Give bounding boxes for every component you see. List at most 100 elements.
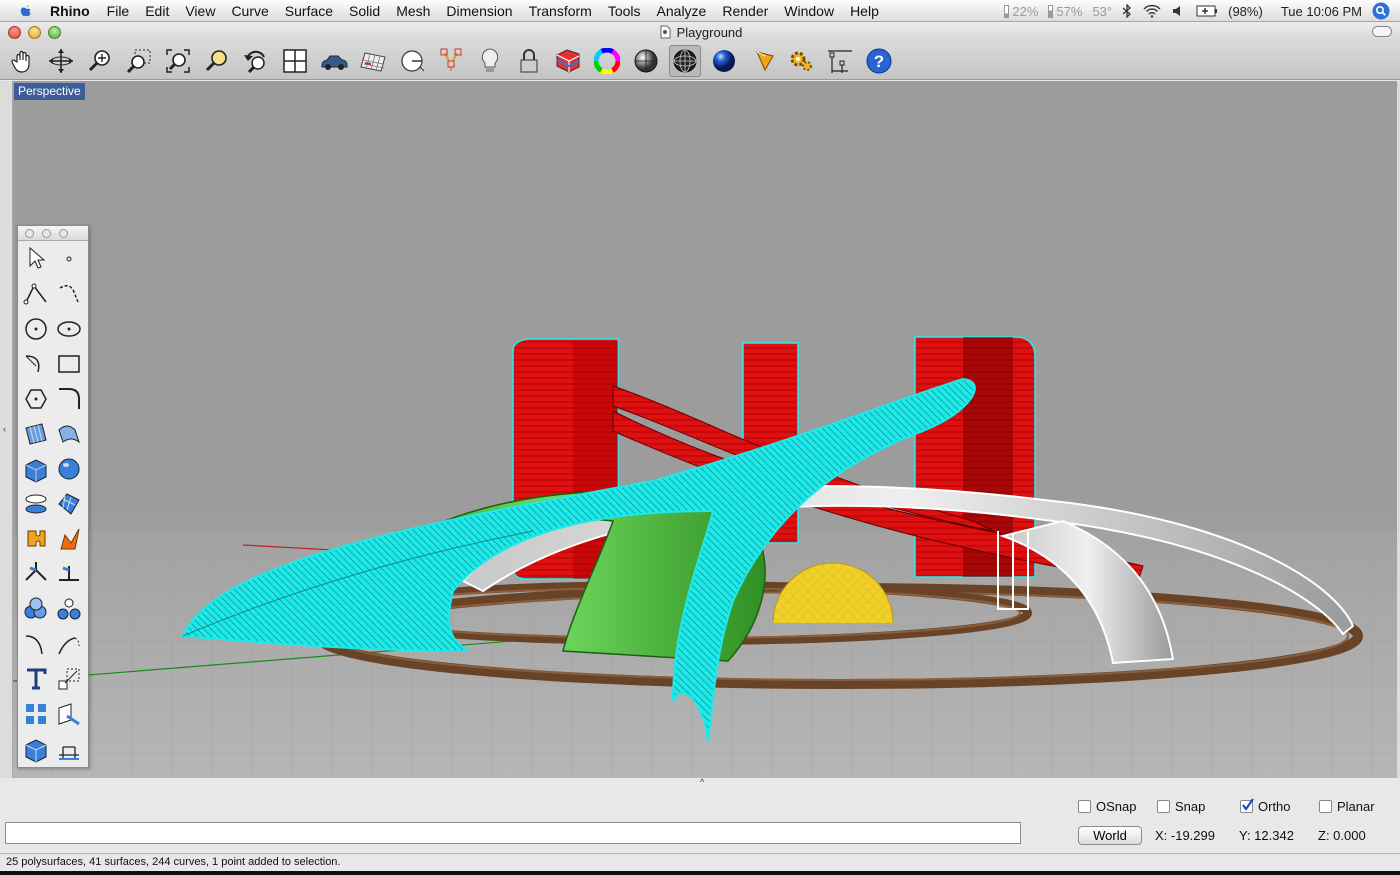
shaded-sphere-icon[interactable] (630, 45, 662, 77)
trim-icon[interactable] (53, 558, 85, 590)
scene-canvas[interactable] (13, 81, 1397, 778)
menu-app-rhino[interactable]: Rhino (50, 3, 90, 19)
menu-dimension[interactable]: Dimension (446, 3, 512, 19)
array-icon[interactable] (20, 698, 52, 730)
scale-icon[interactable] (53, 663, 85, 695)
viewport-title[interactable]: Perspective (14, 83, 85, 100)
clock[interactable]: Tue 10:06 PM (1281, 4, 1362, 19)
render-sphere-icon[interactable] (708, 45, 740, 77)
osnap-checkbox[interactable] (1078, 800, 1091, 813)
text-icon[interactable] (20, 663, 52, 695)
snap-checkbox[interactable] (1157, 800, 1170, 813)
boolean-puzzle-icon[interactable] (20, 523, 52, 555)
menu-view[interactable]: View (185, 3, 215, 19)
extrude-surface-icon[interactable] (53, 418, 85, 450)
battery-icon[interactable] (1196, 5, 1218, 17)
palette-minimize-button[interactable] (42, 229, 51, 238)
rotate-view-icon[interactable] (45, 45, 77, 77)
surface-patch-icon[interactable] (20, 418, 52, 450)
block-icon[interactable] (20, 733, 52, 765)
wireframe-sphere-icon[interactable] (669, 45, 701, 77)
point-icon[interactable] (53, 243, 85, 275)
cylinder-icon[interactable] (20, 488, 52, 520)
light-bulb-icon[interactable] (474, 45, 506, 77)
ellipse-icon[interactable] (53, 313, 85, 345)
grid-plane-icon[interactable] (357, 45, 389, 77)
world-button[interactable]: World (1078, 826, 1142, 845)
palette-close-button[interactable] (25, 229, 34, 238)
spotlight-icon[interactable] (1372, 2, 1390, 20)
color-wheel-icon[interactable] (591, 45, 623, 77)
ortho-checkbox[interactable] (1240, 798, 1254, 813)
menu-tools[interactable]: Tools (608, 3, 641, 19)
menu-edit[interactable]: Edit (145, 3, 169, 19)
layer-book-icon[interactable] (552, 45, 584, 77)
zoom-selected-icon[interactable] (201, 45, 233, 77)
menu-mesh[interactable]: Mesh (396, 3, 430, 19)
pan-hand-icon[interactable] (7, 45, 39, 77)
split-icon[interactable] (20, 558, 52, 590)
polyline-icon[interactable] (20, 278, 52, 310)
fillet-curve-icon[interactable] (53, 383, 85, 415)
car-icon[interactable] (318, 45, 350, 77)
undo-view-icon[interactable] (240, 45, 272, 77)
palette-zoom-button[interactable] (59, 229, 68, 238)
help-icon[interactable]: ? (863, 45, 895, 77)
arc-icon[interactable] (20, 348, 52, 380)
polygon-icon[interactable] (20, 383, 52, 415)
menu-curve[interactable]: Curve (231, 3, 268, 19)
rectangle-icon[interactable] (53, 348, 85, 380)
apple-icon[interactable] (16, 3, 36, 19)
menu-help[interactable]: Help (850, 3, 879, 19)
snap-toggle[interactable]: Snap (1157, 799, 1205, 814)
curve-offset-icon[interactable] (20, 628, 52, 660)
cpu-meter-1[interactable]: 22% (1004, 4, 1038, 19)
sphere-icon[interactable] (53, 453, 85, 485)
lock-icon[interactable] (513, 45, 545, 77)
zoom-extents-icon[interactable] (162, 45, 194, 77)
select-arrow-icon[interactable] (20, 243, 52, 275)
menu-render[interactable]: Render (722, 3, 768, 19)
cpu-meter-2[interactable]: 57% (1048, 4, 1082, 19)
osnap-icon[interactable] (435, 45, 467, 77)
surface-grid-icon[interactable] (53, 488, 85, 520)
menu-transform[interactable]: Transform (529, 3, 592, 19)
zoom-window-icon[interactable] (123, 45, 155, 77)
minimize-button[interactable] (28, 26, 41, 39)
curve-icon[interactable] (53, 278, 85, 310)
toolbar-toggle-button[interactable] (1372, 26, 1392, 37)
zoom-button[interactable] (48, 26, 61, 39)
shard-icon[interactable] (53, 523, 85, 555)
menu-file[interactable]: File (107, 3, 130, 19)
circle-icon[interactable] (20, 313, 52, 345)
menu-analyze[interactable]: Analyze (657, 3, 707, 19)
close-button[interactable] (8, 26, 21, 39)
perspective-viewport[interactable] (13, 81, 1397, 778)
temperature[interactable]: 53° (1092, 4, 1112, 19)
splitter-caret-icon[interactable]: ^ (700, 777, 704, 787)
ortho-toggle[interactable]: Ortho (1240, 798, 1291, 814)
bluetooth-icon[interactable] (1122, 4, 1132, 18)
zoom-icon[interactable] (84, 45, 116, 77)
osnap-toggle[interactable]: OSnap (1078, 799, 1136, 814)
dimension-icon[interactable] (824, 45, 856, 77)
cplane-icon[interactable] (396, 45, 428, 77)
wifi-icon[interactable] (1142, 4, 1162, 18)
left-splitter[interactable]: ‹ (0, 81, 13, 778)
curve-extend-icon[interactable] (53, 628, 85, 660)
four-viewports-icon[interactable] (279, 45, 311, 77)
planar-toggle[interactable]: Planar (1319, 799, 1375, 814)
ungroup-icon[interactable] (53, 593, 85, 625)
box-icon[interactable] (20, 453, 52, 485)
palette-titlebar[interactable] (18, 226, 88, 241)
command-input[interactable] (5, 822, 1021, 844)
menu-window[interactable]: Window (784, 3, 834, 19)
group-icon[interactable] (20, 593, 52, 625)
menu-solid[interactable]: Solid (349, 3, 380, 19)
dimension-base-icon[interactable] (53, 733, 85, 765)
render-cone-icon[interactable] (750, 45, 782, 77)
volume-icon[interactable] (1172, 4, 1186, 18)
options-gear-icon[interactable] (785, 45, 817, 77)
menu-surface[interactable]: Surface (285, 3, 333, 19)
transform-icon[interactable] (53, 698, 85, 730)
